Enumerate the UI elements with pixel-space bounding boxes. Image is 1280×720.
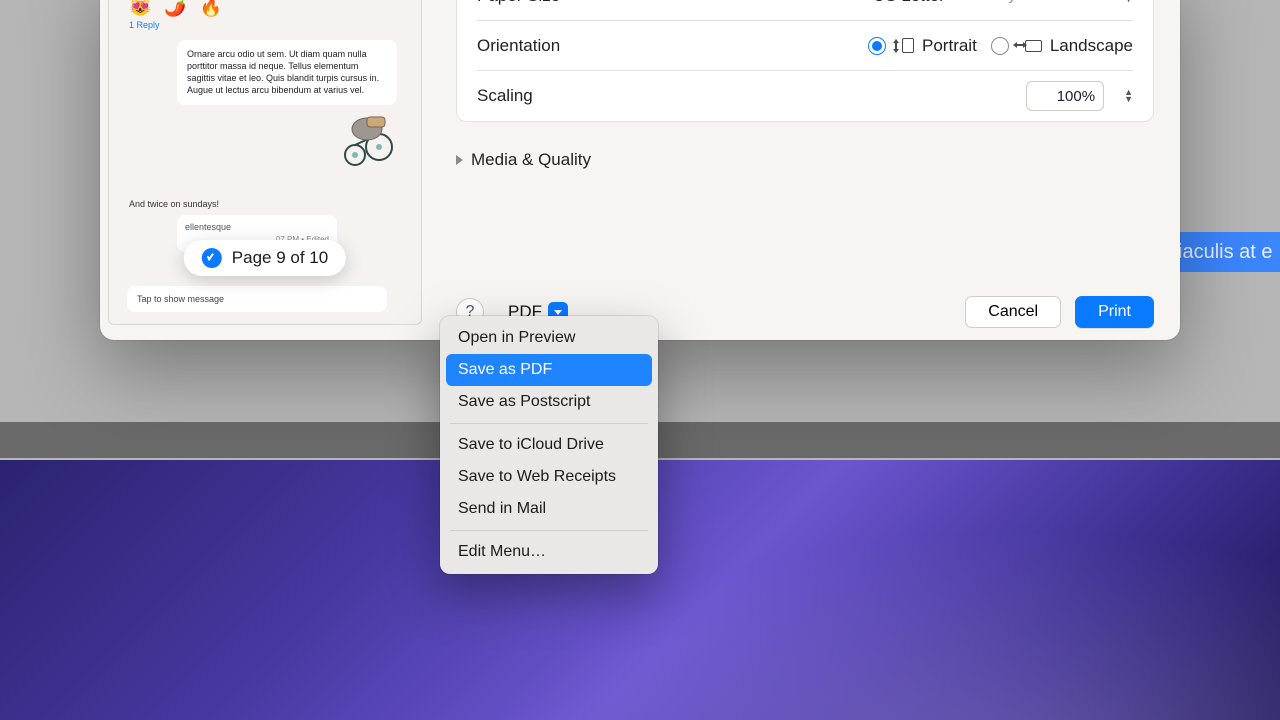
print-preview-pane: 😻 🌶️ 🔥 1 Reply Ornare arcu odio ut sem. … bbox=[100, 0, 430, 340]
orientation-portrait-option[interactable]: Portrait bbox=[868, 36, 977, 56]
partial-text: ellentesque bbox=[185, 222, 231, 232]
reply-count-link: 1 Reply bbox=[129, 20, 403, 30]
orientation-landscape-option[interactable]: Landscape bbox=[991, 36, 1133, 56]
menu-separator bbox=[450, 423, 648, 424]
chat-text-line: And twice on sundays! bbox=[129, 199, 403, 209]
media-quality-label: Media & Quality bbox=[471, 150, 591, 170]
row-media-quality[interactable]: Media & Quality bbox=[456, 136, 1154, 184]
orientation-label: Orientation bbox=[477, 36, 560, 56]
print-dialog: 😻 🌶️ 🔥 1 Reply Ornare arcu odio ut sem. … bbox=[100, 0, 1180, 340]
updown-icon[interactable]: ▲▼ bbox=[1124, 0, 1133, 3]
paper-size-label: Paper Size bbox=[477, 0, 560, 6]
scaling-input[interactable] bbox=[1026, 81, 1104, 111]
preview-page: 😻 🌶️ 🔥 1 Reply Ornare arcu odio ut sem. … bbox=[108, 0, 422, 325]
menu-open-in-preview[interactable]: Open in Preview bbox=[446, 322, 652, 354]
radio-landscape[interactable] bbox=[991, 37, 1009, 55]
pdf-dropdown-menu: Open in Preview Save as PDF Save as Post… bbox=[440, 316, 658, 574]
chevron-right-icon bbox=[456, 155, 463, 165]
menu-save-as-pdf[interactable]: Save as PDF bbox=[446, 354, 652, 386]
settings-card: Print in Color Paper Size US Letter 8.50… bbox=[456, 0, 1154, 122]
scaling-stepper-icon[interactable]: ▲▼ bbox=[1124, 89, 1133, 103]
row-orientation: Orientation Portrait Lands bbox=[477, 21, 1133, 71]
emoji-reactions: 😻 🌶️ 🔥 bbox=[129, 0, 403, 18]
cancel-button[interactable]: Cancel bbox=[965, 296, 1061, 328]
menu-separator bbox=[450, 530, 648, 531]
row-scaling: Scaling ▲▼ bbox=[477, 71, 1133, 121]
paper-size-value: US Letter bbox=[873, 0, 945, 6]
menu-edit-menu[interactable]: Edit Menu… bbox=[446, 536, 652, 568]
menu-save-to-web-receipts[interactable]: Save to Web Receipts bbox=[446, 461, 652, 493]
menu-send-in-mail[interactable]: Send in Mail bbox=[446, 493, 652, 525]
portrait-icon bbox=[894, 38, 914, 53]
landscape-label: Landscape bbox=[1050, 36, 1133, 56]
print-settings-pane: Print in Color Paper Size US Letter 8.50… bbox=[430, 0, 1180, 340]
portrait-label: Portrait bbox=[922, 36, 977, 56]
scaling-label: Scaling bbox=[477, 86, 533, 106]
background-selection-fragment: iaculis at e bbox=[1170, 232, 1280, 272]
tap-to-show-message: Tap to show message bbox=[127, 286, 387, 312]
check-icon bbox=[202, 248, 222, 268]
page-indicator-pill[interactable]: Page 9 of 10 bbox=[184, 240, 346, 276]
menu-save-as-postscript[interactable]: Save as Postscript bbox=[446, 386, 652, 418]
menu-save-to-icloud[interactable]: Save to iCloud Drive bbox=[446, 429, 652, 461]
radio-portrait[interactable] bbox=[868, 37, 886, 55]
landscape-icon bbox=[1017, 39, 1042, 53]
print-button[interactable]: Print bbox=[1075, 296, 1154, 328]
paper-size-detail: 8.50 by 11.00 inches bbox=[967, 0, 1104, 4]
row-paper-size[interactable]: Paper Size US Letter 8.50 by 11.00 inche… bbox=[477, 0, 1133, 21]
chat-sticker bbox=[333, 111, 403, 171]
page-indicator-text: Page 9 of 10 bbox=[232, 248, 328, 268]
chat-bubble: Ornare arcu odio ut sem. Ut diam quam nu… bbox=[177, 40, 397, 105]
